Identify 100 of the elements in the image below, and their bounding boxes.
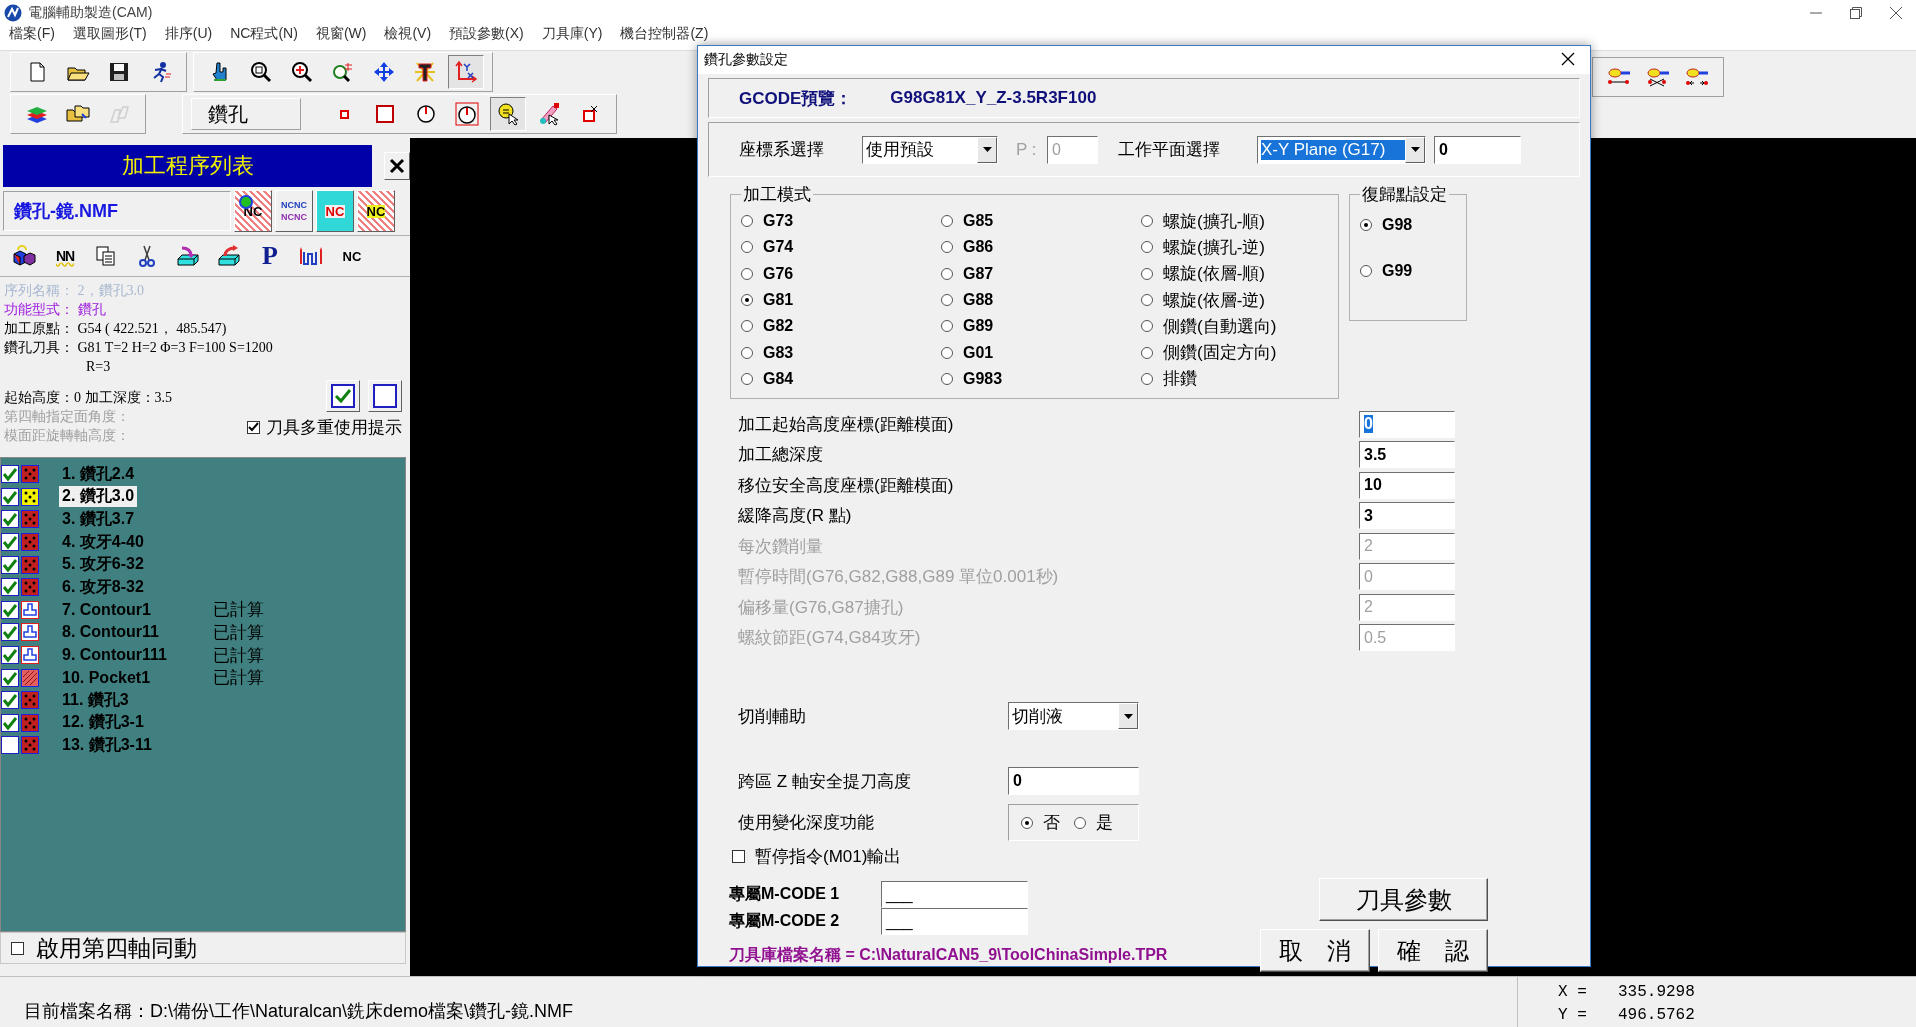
slab-arrow-icon — [217, 244, 241, 268]
uncheck-all-button[interactable] — [368, 380, 402, 412]
radio-button[interactable] — [741, 320, 753, 333]
coordinate-select[interactable]: 使用預設 — [862, 135, 998, 164]
radio-button[interactable] — [1074, 816, 1086, 829]
checkbox[interactable] — [1, 510, 19, 529]
menu-item[interactable]: 預設參數(X) — [440, 25, 533, 43]
menu-item[interactable]: 機台控制器(Z) — [611, 25, 718, 43]
tool-button[interactable]: P — [254, 239, 286, 273]
checkbox[interactable] — [247, 421, 260, 434]
dropdown-button[interactable] — [1118, 703, 1138, 730]
operation-item[interactable]: 5. 攻牙6-32 — [59, 554, 193, 576]
menu-item[interactable]: 檔案(F) — [0, 25, 64, 43]
operation-item[interactable]: 6. 攻牙8-32 — [59, 576, 193, 598]
coord-value: 335.9298 — [1618, 983, 1696, 1003]
radio-button[interactable] — [1141, 346, 1153, 359]
radio-button[interactable] — [1021, 816, 1033, 829]
radio-button[interactable] — [941, 372, 953, 385]
checkbox[interactable] — [1, 623, 19, 642]
radio-button[interactable] — [1141, 320, 1153, 333]
menu-item[interactable]: 刀具庫(Y) — [532, 25, 612, 43]
tool-button[interactable]: NC — [336, 239, 368, 273]
checkbox[interactable] — [1, 736, 19, 755]
checkbox[interactable] — [1, 646, 19, 665]
checkbox[interactable] — [732, 850, 745, 864]
restore-icon[interactable] — [1850, 6, 1862, 19]
operation-item[interactable]: 11. 鑽孔3 — [59, 689, 193, 711]
radio-button[interactable] — [941, 241, 953, 254]
radio-button[interactable] — [741, 346, 753, 359]
param-field[interactable]: 0 — [1359, 410, 1455, 438]
z-lift-field[interactable]: 0 — [1008, 767, 1139, 796]
checkbox[interactable] — [1, 600, 19, 619]
operation-item[interactable]: 4. 攻牙4-40 — [59, 531, 193, 553]
menu-item[interactable]: 選取圖形(T) — [63, 25, 156, 43]
check-all-button[interactable] — [326, 380, 360, 412]
operation-item[interactable]: 10. Pocket1 — [59, 668, 193, 687]
dropdown-button[interactable] — [1405, 136, 1425, 163]
window-title: 電腦輔助製造(CAM) — [28, 3, 153, 22]
operation-item[interactable]: 7. Contour1 — [59, 600, 193, 619]
menu-item[interactable]: 視窗(W) — [306, 25, 376, 43]
operation-item[interactable]: 12. 鑽孔3-1 — [59, 712, 193, 734]
operation-item[interactable]: 1. 鑽孔2.4 — [59, 463, 193, 485]
checkbox[interactable] — [1, 578, 19, 597]
checkbox[interactable] — [1, 555, 19, 574]
toolbar-button[interactable] — [490, 97, 526, 131]
info-line: 鑽孔刀具： G81 T=2 H=2 Φ=3 F=100 S=1200 — [4, 339, 274, 357]
radio-button[interactable] — [941, 320, 953, 333]
nc-button[interactable]: NCNC NCNC — [275, 190, 313, 232]
operation-item[interactable]: 2. 鑽孔3.0 — [59, 486, 138, 508]
operation-item[interactable]: 9. Contour111 — [59, 646, 193, 665]
nc-button[interactable]: NC — [234, 190, 272, 232]
menu-item[interactable]: 檢視(V) — [375, 25, 441, 43]
radio-label: 螺旋(擴孔-順) — [1163, 210, 1265, 233]
operation-item[interactable]: 8. Contour11 — [59, 623, 193, 642]
operation-item[interactable]: 3. 鑽孔3.7 — [59, 509, 193, 530]
menu-item[interactable]: 排序(U) — [155, 25, 222, 43]
radio-button[interactable] — [941, 267, 953, 280]
radio-button[interactable] — [741, 294, 753, 307]
checkbox[interactable] — [1, 713, 19, 732]
radio-button[interactable] — [1141, 372, 1153, 385]
checkbox[interactable] — [1, 465, 19, 484]
param-field[interactable]: 3.5 — [1359, 441, 1455, 469]
radio-button[interactable] — [941, 346, 953, 359]
tool-params-button[interactable]: 刀具參數 — [1319, 878, 1488, 922]
param-field[interactable]: 3 — [1359, 502, 1455, 530]
radio-button[interactable] — [1141, 241, 1153, 254]
radio-button[interactable] — [741, 215, 753, 228]
radio-button[interactable] — [941, 294, 953, 307]
radio-label: G86 — [963, 238, 994, 257]
param-field[interactable]: 10 — [1359, 471, 1455, 499]
tool-library-path: 刀具庫檔案名稱 = C:\NaturalCAN5_9\ToolChinaSimple.TPR — [729, 945, 1169, 966]
cutting-aid-select[interactable]: 切削液 — [1008, 702, 1139, 731]
close-icon[interactable] — [1890, 6, 1902, 19]
radio-button[interactable] — [1141, 267, 1153, 280]
cancel-button[interactable]: 取 消 — [1260, 929, 1370, 973]
checkbox[interactable] — [1, 668, 19, 687]
radio-button[interactable] — [1141, 215, 1153, 228]
operation-item[interactable]: 13. 鑽孔3-11 — [59, 734, 193, 756]
radio-button[interactable] — [1360, 265, 1372, 277]
checkbox[interactable] — [1, 691, 19, 710]
radio-button[interactable] — [741, 267, 753, 280]
radio-button[interactable] — [1360, 219, 1372, 231]
radio-button[interactable] — [741, 372, 753, 385]
menu-item[interactable]: NC程式(N) — [221, 25, 307, 43]
nc-button[interactable]: NC — [357, 190, 395, 232]
checkbox[interactable] — [1, 533, 19, 552]
ok-button[interactable]: 確 認 — [1378, 929, 1488, 973]
radio-button[interactable] — [941, 215, 953, 228]
m-code-field[interactable]: ___ — [881, 908, 1028, 936]
m-code-field[interactable]: ___ — [881, 881, 1028, 909]
close-button[interactable] — [384, 152, 410, 180]
radio-button[interactable] — [741, 241, 753, 254]
radio-button[interactable] — [1141, 294, 1153, 307]
tool-button[interactable]: NN — [49, 239, 81, 273]
plane-select[interactable]: X-Y Plane (G17) — [1257, 135, 1426, 164]
nc-button[interactable]: NC — [316, 190, 354, 232]
checkbox[interactable] — [1, 487, 19, 506]
plane-value-field[interactable]: 0 — [1434, 135, 1521, 164]
checkbox[interactable] — [11, 941, 24, 955]
dropdown-button[interactable] — [977, 136, 997, 163]
